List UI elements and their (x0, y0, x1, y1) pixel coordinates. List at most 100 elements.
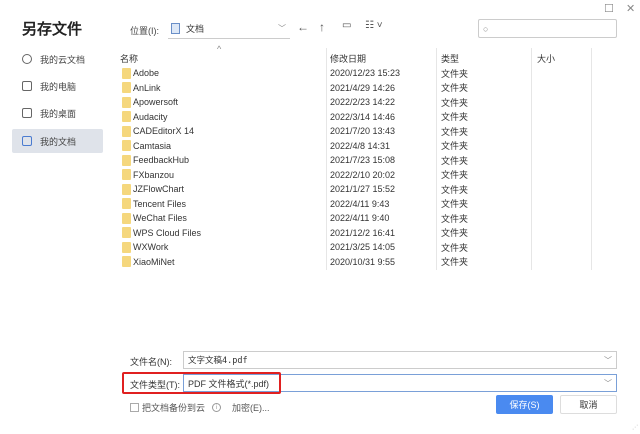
file-type: 文件夹 (441, 184, 469, 195)
file-date: 2022/4/11 9:43 (330, 198, 390, 209)
file-date: 2021/3/25 14:05 (330, 242, 396, 253)
file-type: 文件夹 (441, 213, 469, 224)
file-name: Camtasia (133, 140, 172, 151)
sidebar-item-my-documents[interactable]: 我的文档 (12, 129, 103, 153)
file-row[interactable]: AnLink 2021/4/29 14:26 文件夹 (120, 81, 590, 96)
file-row[interactable]: Camtasia 2022/4/8 14:31 文件夹 (120, 139, 590, 154)
file-name: Audacity (133, 111, 168, 122)
search-input[interactable]: ○ (478, 19, 617, 38)
file-row[interactable]: WPS Cloud Files 2021/12/2 16:41 文件夹 (120, 226, 590, 241)
column-header-name[interactable]: 名称 (120, 52, 138, 65)
file-name: XiaoMiNet (133, 256, 175, 267)
file-row[interactable]: Apowersoft 2022/2/23 14:22 文件夹 (120, 95, 590, 110)
cloud-icon (22, 54, 32, 64)
new-folder-icon[interactable]: ▭ (342, 20, 351, 31)
file-type: 文件夹 (441, 83, 469, 94)
folder-icon (122, 227, 131, 239)
chevron-down-icon: ﹀ (278, 24, 286, 33)
file-date: 2021/7/20 13:43 (330, 126, 396, 137)
sidebar-item-label: 我的电脑 (40, 81, 77, 92)
file-type: 文件夹 (441, 257, 469, 268)
file-date: 2021/1/27 15:52 (330, 184, 396, 195)
view-mode-icon[interactable]: ☷ ˅ (365, 20, 383, 31)
file-name: FeedbackHub (133, 155, 190, 166)
sort-ascending-icon: ^ (217, 44, 222, 54)
dialog-title: 另存文件 (22, 21, 83, 38)
file-date: 2022/3/14 14:46 (330, 111, 396, 122)
info-icon[interactable]: i (212, 403, 222, 412)
folder-icon (122, 67, 131, 79)
search-icon: ○ (483, 23, 489, 34)
column-header-size[interactable]: 大小 (537, 52, 555, 65)
backup-label: 把文档备份到云 (142, 403, 206, 413)
folder-icon (122, 198, 131, 210)
file-name: WPS Cloud Files (133, 227, 202, 238)
sidebar-item-my-computer[interactable]: 我的电脑 (12, 74, 103, 98)
checkbox-icon (130, 403, 139, 412)
file-type: 文件夹 (441, 155, 469, 166)
file-name: AnLink (133, 82, 161, 93)
folder-icon (122, 140, 131, 152)
chevron-down-icon: ﹀ (604, 378, 612, 388)
close-button[interactable]: ✕ (626, 2, 635, 15)
file-type: 文件夹 (441, 141, 469, 152)
encrypt-link[interactable]: 加密(E)... (232, 401, 270, 414)
chevron-down-icon: ﹀ (604, 355, 612, 365)
filename-value: 文字文稿4.pdf (188, 356, 248, 366)
file-row[interactable]: FeedbackHub 2021/7/23 15:08 文件夹 (120, 153, 590, 168)
document-folder-icon (171, 23, 180, 34)
sidebar-item-cloud-docs[interactable]: 我的云文档 (12, 47, 103, 71)
column-divider (591, 48, 592, 270)
file-type: 文件夹 (441, 68, 469, 79)
maximize-button[interactable]: ☐ (604, 2, 614, 15)
file-row[interactable]: Tencent Files 2022/4/11 9:43 文件夹 (120, 197, 590, 212)
file-name: FXbanzou (133, 169, 175, 180)
folder-icon (122, 96, 131, 108)
save-button[interactable]: 保存(S) (496, 395, 553, 414)
folder-icon (122, 212, 131, 224)
file-row[interactable]: CADEditorX 14 2021/7/20 13:43 文件夹 (120, 124, 590, 139)
file-row[interactable]: WXWork 2021/3/25 14:05 文件夹 (120, 240, 590, 255)
file-row[interactable]: Audacity 2022/3/14 14:46 文件夹 (120, 110, 590, 125)
file-row[interactable]: Adobe 2020/12/23 15:23 文件夹 (120, 66, 590, 81)
desktop-icon (22, 108, 32, 118)
file-row[interactable]: WeChat Files 2022/4/11 9:40 文件夹 (120, 211, 590, 226)
file-name: Apowersoft (133, 97, 179, 108)
sidebar-item-label: 我的文档 (40, 136, 77, 147)
location-label: 位置(I): (130, 26, 159, 36)
folder-icon (122, 256, 131, 268)
folder-icon (22, 136, 32, 146)
file-type: 文件夹 (441, 97, 469, 108)
file-date: 2021/7/23 15:08 (330, 155, 396, 166)
file-type: 文件夹 (441, 126, 469, 137)
column-header-date[interactable]: 修改日期 (330, 52, 366, 65)
resize-grip-icon[interactable]: ⋰ (632, 424, 638, 431)
file-date: 2022/4/11 9:40 (330, 213, 390, 224)
up-icon[interactable]: ↑ (319, 20, 325, 34)
folder-icon (122, 82, 131, 94)
column-header-type[interactable]: 类型 (441, 52, 459, 65)
filename-input[interactable]: 文字文稿4.pdf ﹀ (183, 351, 617, 369)
folder-icon (122, 111, 131, 123)
file-type: 文件夹 (441, 242, 469, 253)
file-date: 2021/4/29 14:26 (330, 82, 396, 93)
file-date: 2022/2/23 14:22 (330, 97, 396, 108)
file-name: JZFlowChart (133, 184, 185, 195)
file-type: 文件夹 (441, 112, 469, 123)
file-name: Adobe (133, 68, 160, 79)
folder-icon (122, 169, 131, 181)
monitor-icon (22, 81, 32, 91)
file-row[interactable]: JZFlowChart 2021/1/27 15:52 文件夹 (120, 182, 590, 197)
backup-to-cloud-checkbox[interactable]: 把文档备份到云 i (130, 401, 222, 414)
file-name: WXWork (133, 242, 169, 253)
file-date: 2022/4/8 14:31 (330, 140, 391, 151)
file-date: 2020/10/31 9:55 (330, 256, 396, 267)
folder-icon (122, 241, 131, 253)
back-icon[interactable]: ← (297, 20, 309, 34)
file-row[interactable]: XiaoMiNet 2020/10/31 9:55 文件夹 (120, 255, 590, 270)
cancel-button[interactable]: 取消 (560, 395, 617, 414)
sidebar-item-desktop[interactable]: 我的桌面 (12, 101, 103, 125)
file-row[interactable]: FXbanzou 2022/2/10 20:02 文件夹 (120, 168, 590, 183)
file-type: 文件夹 (441, 228, 469, 239)
location-dropdown[interactable]: 文档 ﹀ (168, 19, 290, 39)
